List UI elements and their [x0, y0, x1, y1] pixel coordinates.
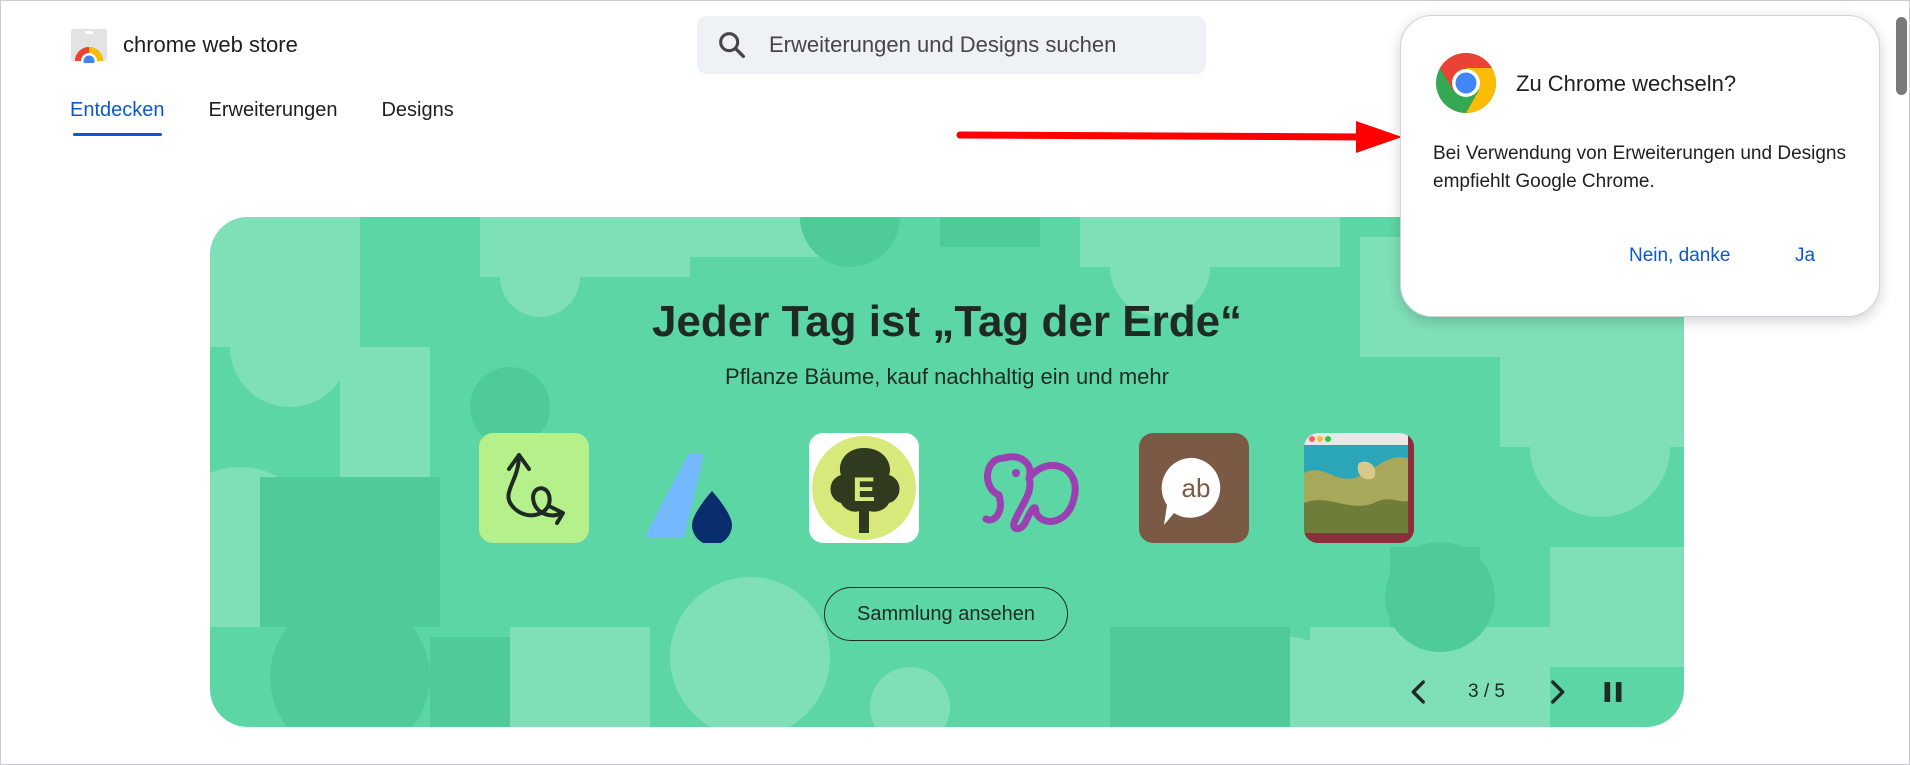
main-tabs: Entdecken Erweiterungen Designs [70, 99, 454, 136]
scrollbar-thumb[interactable] [1896, 17, 1907, 95]
store-logo[interactable]: chrome web store [69, 27, 298, 63]
search-box[interactable] [697, 16, 1206, 74]
carousel-counter: 3 / 5 [1468, 681, 1505, 702]
tree-e-icon[interactable]: E [809, 433, 919, 543]
chrome-web-store-icon [71, 29, 107, 63]
pause-icon[interactable] [1596, 675, 1630, 709]
carousel-controls: 3 / 5 [210, 667, 1684, 717]
dialog-body: Bei Verwendung von Erweiterungen und Des… [1433, 143, 1846, 192]
ab-bubble-icon[interactable]: ab [1139, 433, 1249, 543]
view-collection-button[interactable]: Sammlung ansehen [824, 587, 1068, 641]
elephant-icon[interactable] [974, 433, 1084, 543]
svg-text:E: E [853, 471, 876, 509]
decline-button[interactable]: Nein, danke [1623, 244, 1736, 268]
chevron-right-icon[interactable] [1540, 675, 1574, 709]
drop-logo-icon[interactable] [644, 433, 754, 543]
switch-to-chrome-dialog: Zu Chrome wechseln? Bei Verwendung von E… [1400, 15, 1880, 317]
banner-subtitle: Pflanze Bäume, kauf nachhaltig ein und m… [725, 364, 1169, 389]
chevron-left-icon[interactable] [1402, 675, 1436, 709]
chrome-icon [1436, 52, 1497, 114]
swirl-arrow-icon[interactable] [479, 433, 589, 543]
search-icon [719, 32, 746, 59]
tab-erweiterungen[interactable]: Erweiterungen [209, 99, 338, 134]
svg-text:ab: ab [1182, 473, 1211, 503]
landscape-map-icon[interactable] [1304, 433, 1414, 543]
tab-designs[interactable]: Designs [381, 99, 453, 134]
store-title: chrome web store [123, 32, 298, 57]
tab-entdecken[interactable]: Entdecken [70, 99, 165, 136]
search-input[interactable] [767, 31, 1191, 59]
red-arrow-icon [956, 121, 1402, 153]
accept-button[interactable]: Ja [1789, 244, 1821, 268]
dialog-title: Zu Chrome wechseln? [1516, 71, 1737, 96]
